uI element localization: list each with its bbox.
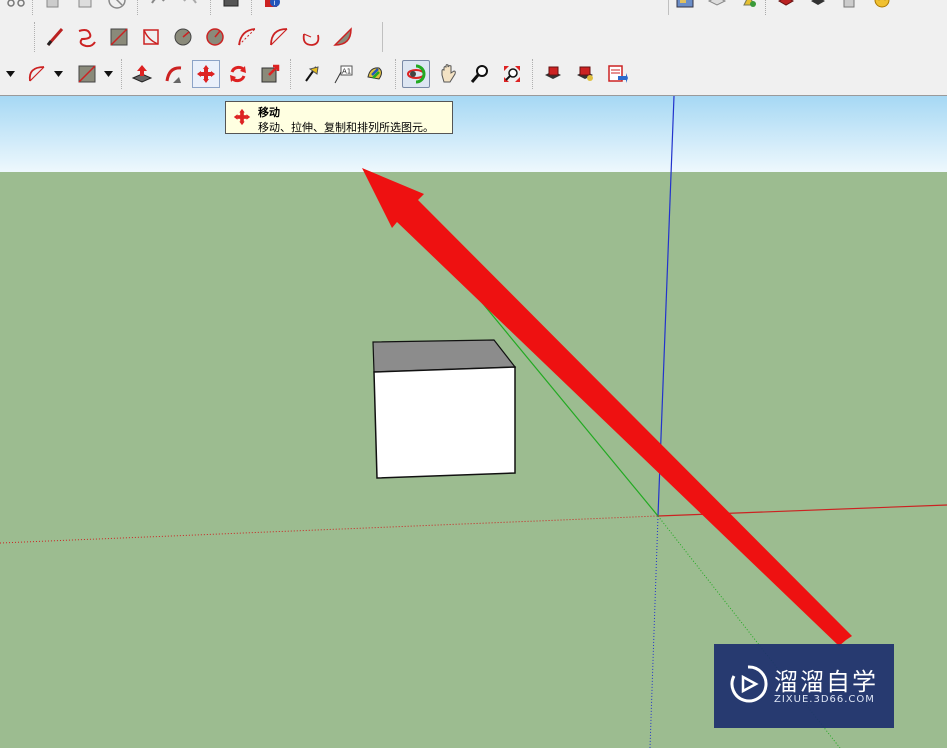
watermark-logo: 溜溜自学 ZIXUE.3D66.COM [714, 644, 894, 728]
toolbar-group-modify [121, 59, 290, 89]
toolbar-row-2 [0, 22, 383, 52]
tape-measure-icon[interactable] [297, 60, 325, 88]
shape-dropdown-icon[interactable] [73, 60, 101, 88]
toolbar-group-warehouse [765, 0, 902, 15]
book-icon[interactable] [217, 0, 245, 14]
extension-warehouse-icon[interactable] [571, 60, 599, 88]
rotate-icon[interactable] [224, 60, 252, 88]
pencil-icon[interactable] [41, 23, 69, 51]
move-tooltip: 移动 移动、拉伸、复制和排列所选图元。 [225, 101, 453, 134]
dropdown-arrow-icon[interactable] [5, 60, 15, 88]
toolbar-group-warehouse-bottom [532, 59, 637, 89]
undo-icon[interactable] [144, 0, 172, 14]
watermark-url: ZIXUE.3D66.COM [774, 694, 875, 705]
red-axis-hidden [0, 515, 659, 544]
box-front-face [373, 366, 516, 479]
toolbar-group-info: i [251, 0, 292, 15]
pan-icon[interactable] [434, 60, 462, 88]
tooltip-description: 移动、拉伸、复制和排列所选图元。 [258, 121, 434, 134]
upload-icon[interactable] [804, 0, 832, 14]
move-icon [232, 107, 252, 131]
arc-icon[interactable] [233, 23, 261, 51]
document-icon[interactable] [836, 0, 864, 14]
scale-icon[interactable] [256, 60, 284, 88]
pie-icon[interactable] [329, 23, 357, 51]
paint-icon[interactable] [39, 0, 67, 14]
toolbar-row-1: i [0, 0, 292, 15]
component-red-icon[interactable] [772, 0, 800, 14]
warehouse-icon[interactable] [539, 60, 567, 88]
svg-text:A1: A1 [342, 68, 351, 76]
text-icon[interactable]: A1 [329, 60, 357, 88]
toolbar-group-book [210, 0, 251, 15]
layer-icon[interactable] [703, 0, 731, 14]
move-icon[interactable] [192, 60, 220, 88]
select-icon[interactable] [2, 0, 30, 14]
toolbar-group-edit [32, 0, 137, 15]
follow-me-icon[interactable] [160, 60, 188, 88]
toolbar-group-construction: A1 [290, 59, 395, 89]
toolbar-group-history [137, 0, 210, 15]
rectangle-icon[interactable] [105, 23, 133, 51]
tooltip-title: 移动 [258, 106, 280, 119]
face-icon[interactable] [868, 0, 896, 14]
map-icon[interactable] [671, 0, 699, 14]
polygon-icon[interactable] [201, 23, 229, 51]
blue-axis-hidden [649, 515, 659, 748]
toolbar-group-drawing [34, 22, 363, 52]
redo-icon[interactable] [176, 0, 204, 14]
orbit-icon[interactable] [402, 60, 430, 88]
toolbar-group-camera [395, 59, 532, 89]
dropdown-arrow-icon[interactable] [53, 60, 63, 88]
play-icon [728, 664, 768, 708]
toolbar-row-3: A1 [0, 59, 637, 89]
two-point-arc-icon[interactable] [265, 23, 293, 51]
eraser-icon[interactable] [71, 0, 99, 14]
push-pull-icon[interactable] [128, 60, 156, 88]
rotated-rectangle-icon[interactable] [137, 23, 165, 51]
arc-dropdown-icon[interactable] [23, 60, 51, 88]
toolbar-row-1-right [668, 0, 902, 15]
paint-bucket-icon[interactable] [361, 60, 389, 88]
send-to-layout-icon[interactable] [603, 60, 631, 88]
scene-icon[interactable] [735, 0, 763, 14]
zoom-icon[interactable] [466, 60, 494, 88]
info-icon[interactable]: i [258, 0, 286, 14]
zoom-extents-icon[interactable] [498, 60, 526, 88]
svg-text:i: i [274, 0, 276, 7]
toolbar-area: i A1 [0, 0, 947, 96]
three-point-arc-icon[interactable] [297, 23, 325, 51]
circle-icon[interactable] [169, 23, 197, 51]
watermark-brand: 溜溜自学 [774, 668, 878, 696]
no-entry-icon[interactable] [103, 0, 131, 14]
dropdown-arrow-icon[interactable] [103, 60, 113, 88]
freehand-icon[interactable] [73, 23, 101, 51]
